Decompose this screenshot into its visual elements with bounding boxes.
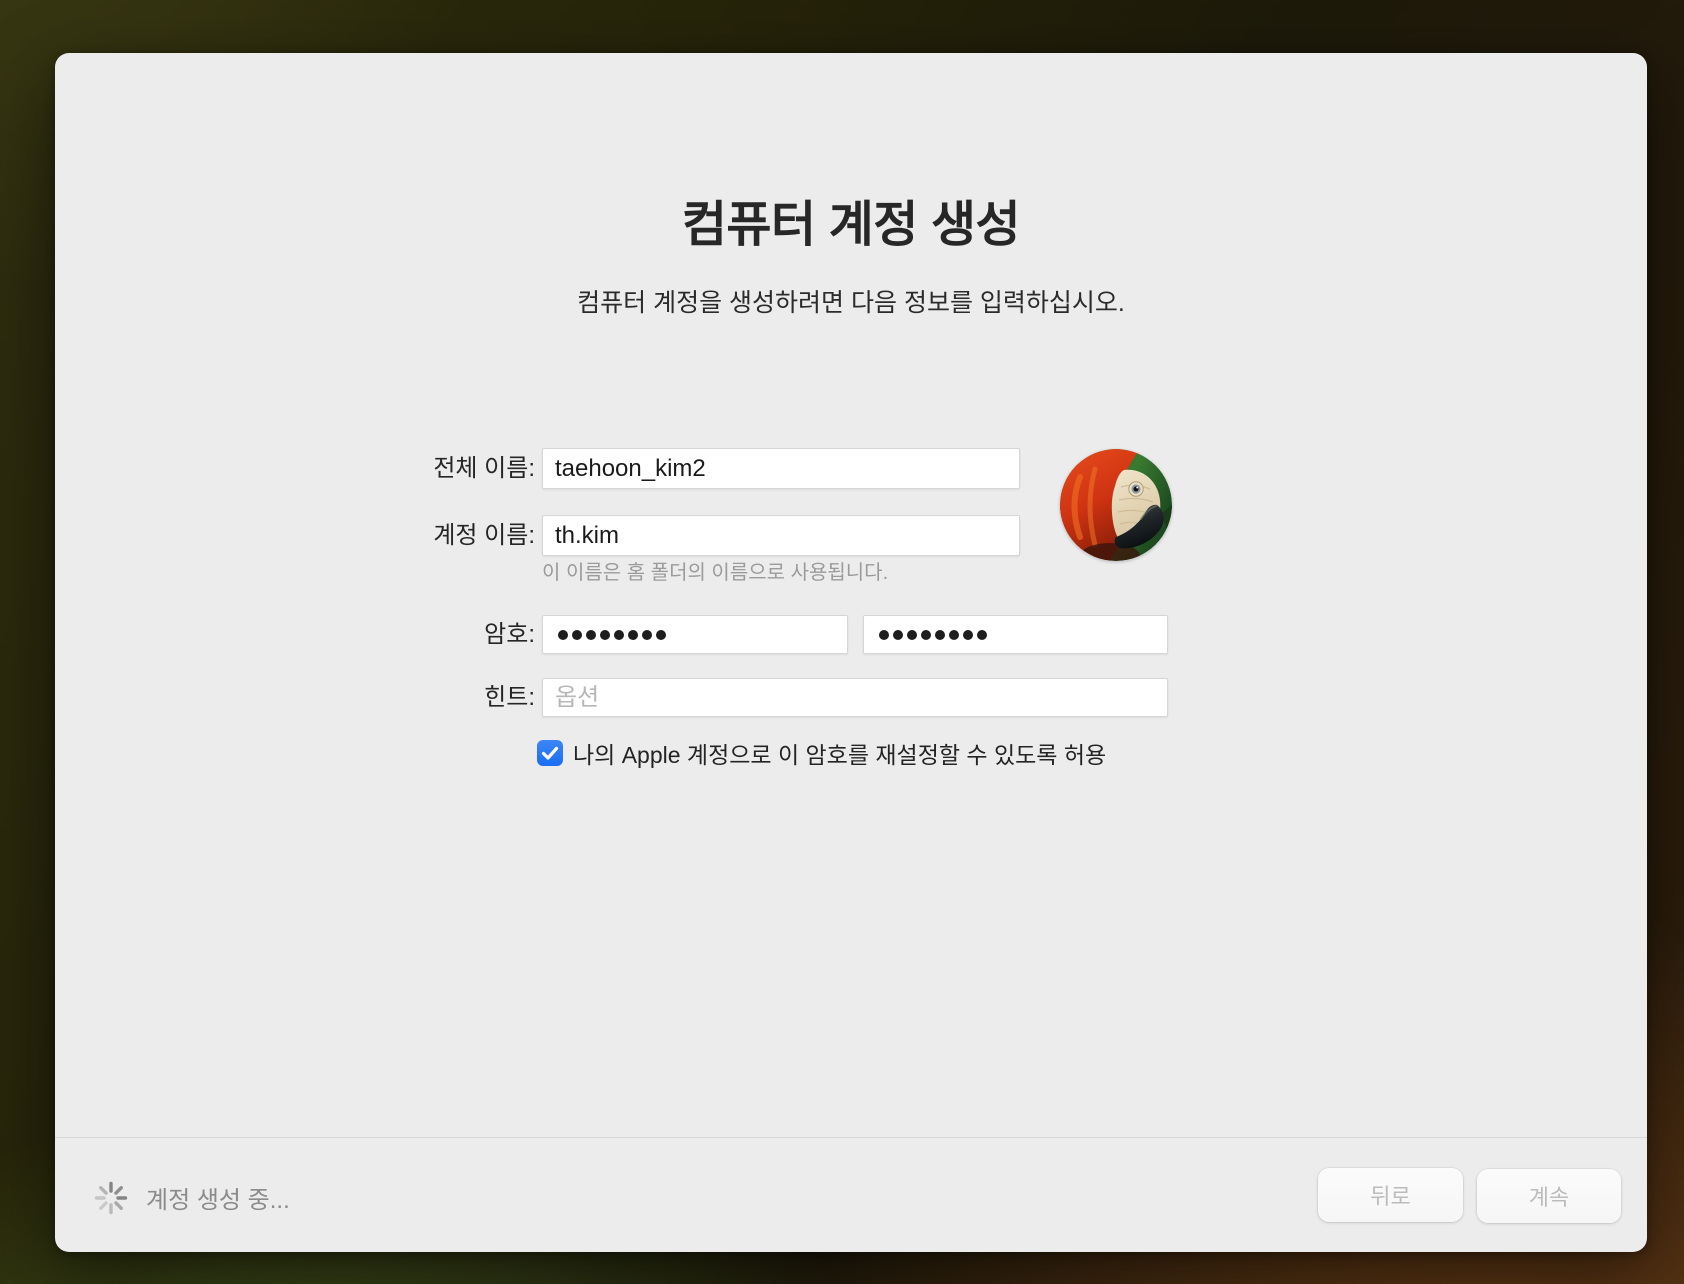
back-button[interactable]: 뒤로 bbox=[1318, 1168, 1463, 1222]
allow-reset-label: 나의 Apple 계정으로 이 암호를 재설정할 수 있도록 허용 bbox=[573, 736, 1106, 770]
account-name-label: 계정 이름: bbox=[235, 515, 535, 556]
status-text: 계정 생성 중... bbox=[146, 1180, 290, 1215]
page-subtitle: 컴퓨터 계정을 생성하려면 다음 정보를 입력하십시오. bbox=[55, 283, 1647, 319]
check-icon bbox=[537, 740, 563, 766]
desktop-background: 컴퓨터 계정 생성 컴퓨터 계정을 생성하려면 다음 정보를 입력하십시오. 전… bbox=[0, 0, 1684, 1284]
progress-spinner-icon bbox=[94, 1181, 128, 1215]
setup-assistant-window: 컴퓨터 계정 생성 컴퓨터 계정을 생성하려면 다음 정보를 입력하십시오. 전… bbox=[55, 53, 1647, 1252]
password-label: 암호: bbox=[235, 615, 535, 654]
full-name-label: 전체 이름: bbox=[235, 448, 535, 489]
continue-button[interactable]: 계속 bbox=[1477, 1169, 1621, 1223]
reset-password-checkbox[interactable] bbox=[537, 740, 563, 766]
account-avatar[interactable] bbox=[1060, 449, 1172, 561]
password-confirm-input[interactable] bbox=[863, 615, 1168, 654]
status-row: 계정 생성 중... bbox=[94, 1180, 290, 1215]
allow-reset-row: 나의 Apple 계정으로 이 암호를 재설정할 수 있도록 허용 bbox=[537, 736, 1106, 770]
password-input[interactable] bbox=[542, 615, 848, 654]
page-title: 컴퓨터 계정 생성 bbox=[55, 185, 1647, 256]
full-name-input[interactable] bbox=[542, 448, 1020, 489]
account-name-help-text: 이 이름은 홈 폴더의 이름으로 사용됩니다. bbox=[542, 556, 888, 585]
hint-input[interactable] bbox=[542, 678, 1168, 717]
parrot-avatar-image bbox=[1060, 449, 1172, 561]
footer-divider bbox=[55, 1137, 1647, 1138]
hint-label: 힌트: bbox=[235, 678, 535, 717]
account-name-input[interactable] bbox=[542, 515, 1020, 556]
